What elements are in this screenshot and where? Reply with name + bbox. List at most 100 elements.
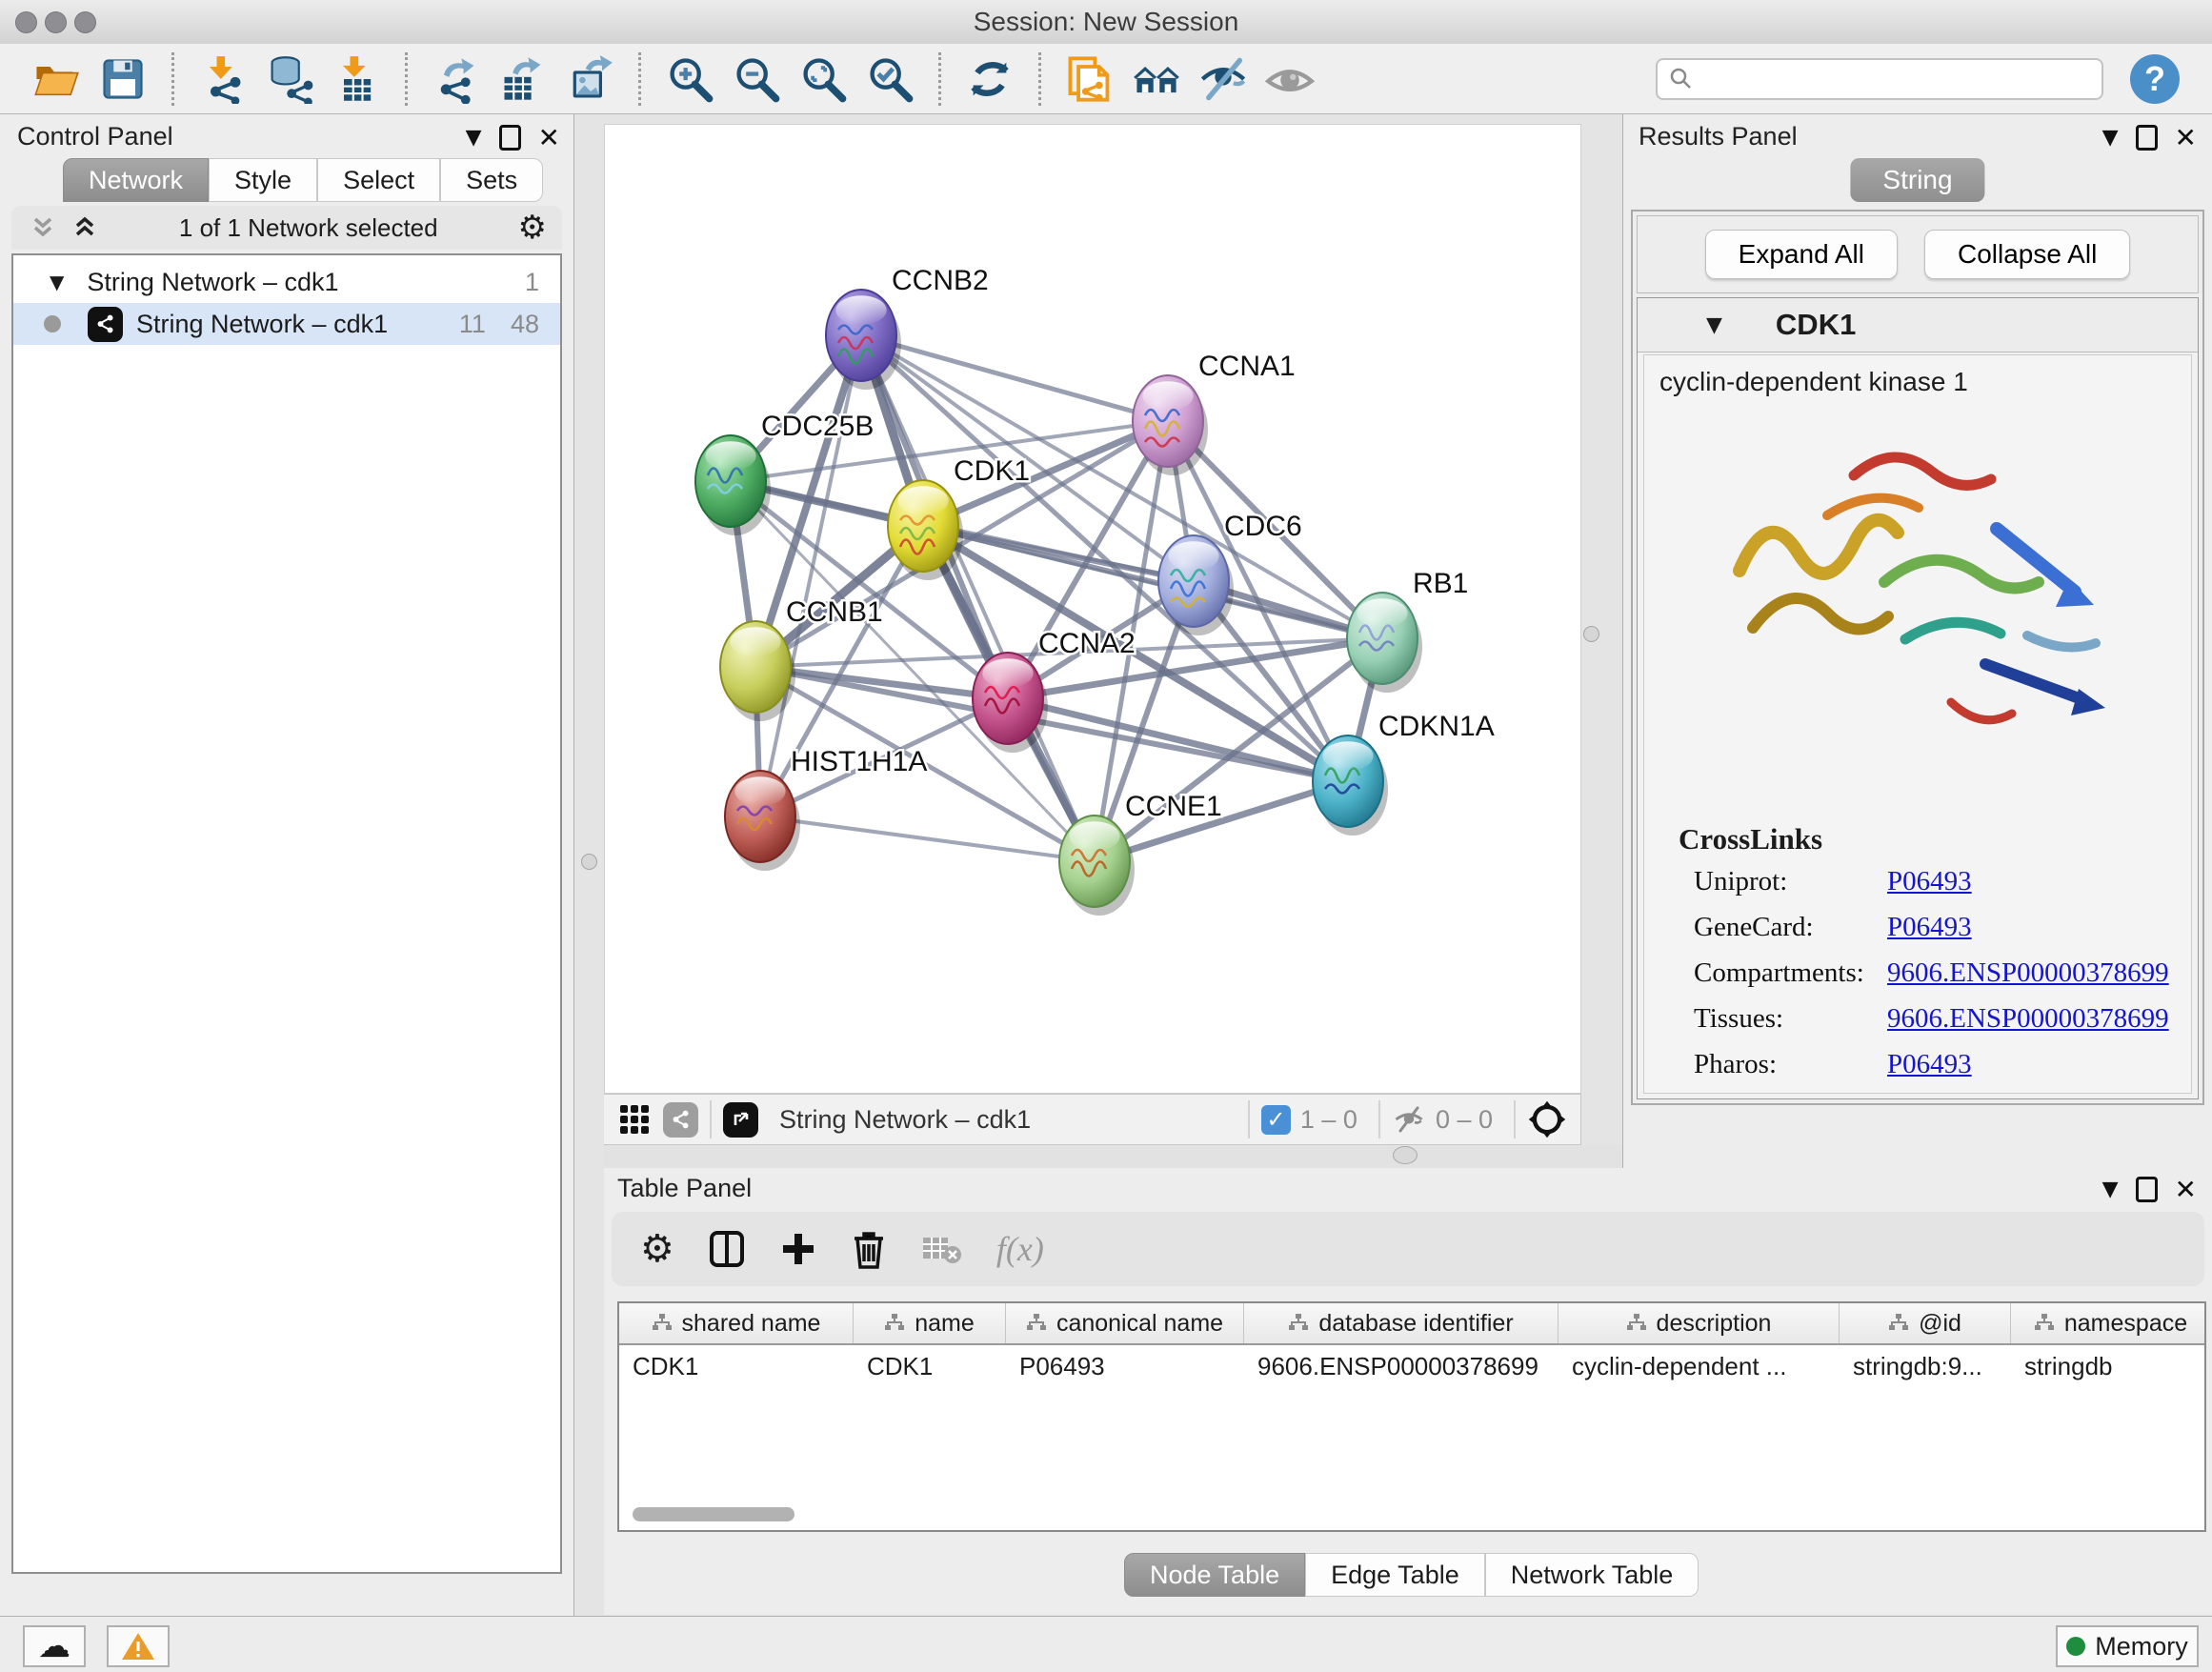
- warnings-button[interactable]: [107, 1625, 170, 1667]
- tab-style[interactable]: Style: [209, 158, 317, 202]
- tab-node-table[interactable]: Node Table: [1124, 1553, 1305, 1597]
- panel-divider-handle[interactable]: [1393, 1146, 1418, 1164]
- node-ccnb1[interactable]: CCNB1: [720, 596, 883, 721]
- edge-ccnb2-hist1h1a[interactable]: [760, 335, 861, 816]
- network-view-share-icon[interactable]: [663, 1102, 698, 1138]
- tab-select[interactable]: Select: [317, 158, 440, 202]
- results-panel-close-icon[interactable]: ✕: [2175, 122, 2197, 153]
- collapse-all-button[interactable]: Collapse All: [1924, 230, 2130, 279]
- node-cdc6[interactable]: CDC6: [1158, 511, 1302, 635]
- collection-count: 1: [525, 268, 539, 297]
- column-header-shared-name[interactable]: shared name: [619, 1303, 854, 1343]
- table-cell[interactable]: stringdb:9...: [1840, 1345, 2011, 1387]
- network-view-title: String Network – cdk1: [779, 1105, 1031, 1135]
- search-input[interactable]: [1703, 63, 2090, 94]
- table-cell[interactable]: CDK1: [854, 1345, 1006, 1387]
- zoom-fit-icon[interactable]: [798, 54, 848, 104]
- collection-expand-icon[interactable]: ▼: [50, 271, 64, 293]
- refresh-icon[interactable]: [965, 54, 1015, 104]
- control-panel: Control Panel ▼ ✕ Network Style Select S…: [0, 114, 574, 1616]
- window-zoom-button[interactable]: [74, 11, 96, 33]
- table-horizontal-scrollbar[interactable]: [633, 1507, 794, 1521]
- expand-all-button[interactable]: Expand All: [1705, 230, 1898, 279]
- column-header-description[interactable]: description: [1558, 1303, 1840, 1343]
- network-options-gear-icon[interactable]: ⚙: [518, 209, 547, 247]
- expand-all-networks-icon[interactable]: [70, 213, 99, 242]
- table-cell[interactable]: 9606.ENSP00000378699: [1244, 1345, 1558, 1387]
- control-panel-float-icon[interactable]: [499, 125, 521, 151]
- node-ccne1[interactable]: CCNE1: [1059, 791, 1222, 916]
- results-tab-string[interactable]: String: [1850, 158, 1984, 202]
- import-network-from-database-icon[interactable]: [265, 54, 314, 104]
- window-minimize-button[interactable]: [45, 11, 67, 33]
- node-cdkn1a[interactable]: CDKN1A: [1313, 711, 1495, 836]
- network-view-canvas[interactable]: CCNB2CCNA1CDC25BCDK1CDC6RB1CCNB1CCNA2CDK…: [604, 124, 1581, 1094]
- zoom-in-icon[interactable]: [665, 54, 714, 104]
- node-rb1[interactable]: RB1: [1347, 568, 1468, 693]
- export-table-icon[interactable]: [498, 54, 548, 104]
- clone-network-icon[interactable]: [1065, 54, 1115, 104]
- hide-selected-icon[interactable]: [1198, 54, 1248, 104]
- edge-ccne1-hist1h1a[interactable]: [760, 816, 1095, 861]
- collapse-all-networks-icon[interactable]: [29, 213, 57, 242]
- table-cell[interactable]: cyclin-dependent ...: [1558, 1345, 1840, 1387]
- first-neighbors-icon[interactable]: [1132, 54, 1181, 104]
- node-ccna1[interactable]: CCNA1: [1133, 351, 1296, 475]
- table-cell[interactable]: CDK1: [619, 1345, 854, 1387]
- crosslink-link[interactable]: P06493: [1887, 912, 1972, 943]
- crosslink-link[interactable]: 9606.ENSP00000378699: [1887, 957, 2169, 989]
- fit-content-crosshair-icon[interactable]: [1527, 1099, 1567, 1139]
- tab-network-table[interactable]: Network Table: [1485, 1553, 1699, 1597]
- network-row[interactable]: String Network – cdk1 11 48: [13, 303, 560, 345]
- help-button[interactable]: ?: [2130, 54, 2180, 104]
- control-panel-collapse-icon[interactable]: ▼: [466, 126, 482, 150]
- protein-section-collapse-icon[interactable]: ▼: [1706, 313, 1722, 337]
- hidden-eye-icon[interactable]: [1392, 1105, 1426, 1134]
- export-network-icon[interactable]: [432, 54, 481, 104]
- left-splitter-handle[interactable]: [581, 854, 597, 870]
- table-panel-close-icon[interactable]: ✕: [2175, 1174, 2197, 1205]
- zoom-out-icon[interactable]: [732, 54, 781, 104]
- grid-view-icon[interactable]: [617, 1102, 652, 1137]
- tab-network[interactable]: Network: [63, 158, 209, 202]
- tab-edge-table[interactable]: Edge Table: [1305, 1553, 1485, 1597]
- detach-view-icon[interactable]: [723, 1102, 758, 1138]
- memory-button[interactable]: Memory: [2056, 1625, 2199, 1667]
- column-header--id[interactable]: @id: [1840, 1303, 2011, 1343]
- cloud-status-button[interactable]: ☁: [23, 1625, 86, 1667]
- crosslink-link[interactable]: 9606.ENSP00000378699: [1887, 1003, 2169, 1035]
- network-collection-row[interactable]: ▼ String Network – cdk1 1: [13, 261, 560, 303]
- column-header-database-identifier[interactable]: database identifier: [1244, 1303, 1558, 1343]
- delete-column-icon[interactable]: [850, 1229, 888, 1269]
- table-panel-collapse-icon[interactable]: ▼: [2102, 1178, 2119, 1201]
- tab-sets[interactable]: Sets: [440, 158, 543, 202]
- table-cell[interactable]: stringdb: [2011, 1345, 2206, 1387]
- results-panel-float-icon[interactable]: [2136, 125, 2158, 151]
- show-columns-icon[interactable]: [707, 1229, 747, 1269]
- edge-ccnb2-ccne1[interactable]: [861, 335, 1095, 861]
- import-network-icon[interactable]: [198, 54, 248, 104]
- results-panel-collapse-icon[interactable]: ▼: [2102, 126, 2119, 150]
- node-table[interactable]: shared namenamecanonical namedatabase id…: [617, 1301, 2206, 1532]
- crosslink-link[interactable]: P06493: [1887, 866, 1972, 897]
- zoom-selected-icon[interactable]: [865, 54, 915, 104]
- open-session-icon[interactable]: [31, 54, 81, 104]
- node-hist1h1a[interactable]: HIST1H1A: [725, 746, 927, 871]
- import-table-icon[interactable]: [332, 54, 381, 104]
- selected-nodes-checkbox[interactable]: ✓: [1261, 1105, 1291, 1135]
- table-panel-float-icon[interactable]: [2136, 1177, 2158, 1202]
- crosslink-link[interactable]: P06493: [1887, 1049, 1972, 1080]
- window-close-button[interactable]: [15, 11, 37, 33]
- search-box[interactable]: [1656, 58, 2103, 100]
- right-splitter-handle[interactable]: [1583, 626, 1599, 642]
- table-cell[interactable]: P06493: [1006, 1345, 1244, 1387]
- create-column-icon[interactable]: [779, 1230, 817, 1268]
- column-header-name[interactable]: name: [854, 1303, 1006, 1343]
- column-header-namespace[interactable]: namespace: [2011, 1303, 2206, 1343]
- table-row[interactable]: CDK1CDK1P064939606.ENSP00000378699cyclin…: [619, 1345, 2204, 1387]
- save-session-icon[interactable]: [98, 54, 148, 104]
- table-options-gear-icon[interactable]: ⚙: [640, 1227, 674, 1271]
- control-panel-close-icon[interactable]: ✕: [538, 122, 560, 153]
- export-image-icon[interactable]: [565, 54, 614, 104]
- column-header-canonical-name[interactable]: canonical name: [1006, 1303, 1244, 1343]
